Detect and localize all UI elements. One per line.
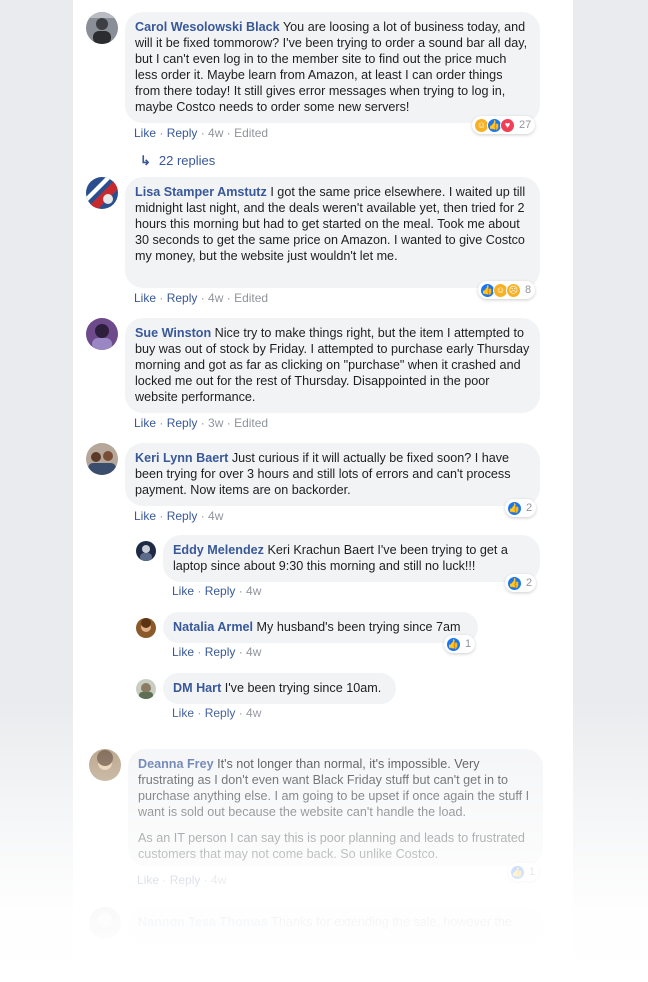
avatar[interactable] <box>136 679 156 699</box>
avatar[interactable] <box>86 443 118 475</box>
timestamp[interactable]: 4w <box>208 291 223 305</box>
comment-actions: Like · Reply · 3w · Edited <box>134 416 269 430</box>
comment-author[interactable]: Carol Wesolowski Black <box>135 20 280 34</box>
reaction-summary[interactable]: 👍 1 <box>444 635 476 653</box>
view-replies-link[interactable]: ↳ 22 replies <box>140 153 215 169</box>
timestamp[interactable]: 4w <box>208 509 223 523</box>
comment-author[interactable]: Sue Winston <box>135 326 211 340</box>
reply-author[interactable]: DM Hart <box>173 681 221 695</box>
avatar[interactable] <box>89 749 121 781</box>
comment-author[interactable]: Keri Lynn Baert <box>135 451 228 465</box>
comment-bubble: Keri Lynn Baert Just curious if it will … <box>125 443 540 506</box>
comment-actions: Like · Reply · 4w <box>134 509 224 523</box>
reaction-count: 1 <box>529 866 536 878</box>
reply-actions: Like · Reply · 4w <box>172 706 262 720</box>
edited-label: Edited <box>234 416 269 430</box>
reply-author[interactable]: Natalia Armel <box>173 620 253 634</box>
comment-bubble: Sue Winston Nice try to make things righ… <box>125 318 540 413</box>
timestamp[interactable]: 3w <box>208 416 223 430</box>
comment-author[interactable]: Deanna Frey <box>138 757 214 771</box>
sad-icon: ☹ <box>506 282 521 298</box>
reply-link[interactable]: Reply <box>205 584 236 598</box>
avatar[interactable] <box>136 541 156 561</box>
replies-count[interactable]: 22 replies <box>159 153 215 168</box>
reply-bubble: Natalia Armel My husband's been trying s… <box>163 612 478 643</box>
reply-text: I've been trying since 10am. <box>224 681 382 695</box>
reaction-count: 1 <box>465 638 472 650</box>
comment-text-paragraph-2: As an IT person I can say this is poor p… <box>138 831 525 861</box>
edited-label: Edited <box>234 291 269 305</box>
reaction-count: 8 <box>525 284 532 296</box>
reply-link[interactable]: Reply <box>167 509 198 523</box>
reply-text: My husband's been trying since 7am <box>256 620 461 634</box>
reply-link[interactable]: Reply <box>205 706 236 720</box>
reply-link[interactable]: Reply <box>170 873 201 887</box>
edited-label: Edited <box>234 126 269 140</box>
timestamp[interactable]: 4w <box>246 645 261 659</box>
like-icon: 👍 <box>507 500 522 516</box>
like-link[interactable]: Like <box>137 873 159 887</box>
reaction-summary[interactable]: ☺ 👍 ♥ 27 <box>472 116 536 134</box>
like-link[interactable]: Like <box>172 645 194 659</box>
comment-bubble: Deanna Frey It's not longer than normal,… <box>128 749 543 866</box>
timestamp[interactable]: 4w <box>208 126 223 140</box>
reply-link[interactable]: Reply <box>167 416 198 430</box>
avatar[interactable] <box>86 12 118 44</box>
comment-bubble: Nannon Tesa Thomas Thanks for extending … <box>128 907 543 947</box>
comment-text: You are loosing a lot of business today,… <box>135 20 528 114</box>
like-link[interactable]: Like <box>134 509 156 523</box>
reply-author[interactable]: Eddy Melendez <box>173 543 264 557</box>
comment-actions: Like · Reply · 4w · Edited <box>134 126 269 140</box>
avatar[interactable] <box>86 177 118 209</box>
comment-bubble: Lisa Stamper Amstutz I got the same pric… <box>125 177 540 288</box>
reaction-count: 27 <box>519 119 532 131</box>
like-icon: 👍 <box>507 575 522 591</box>
like-link[interactable]: Like <box>172 706 194 720</box>
timestamp[interactable]: 4w <box>211 873 226 887</box>
comment-author[interactable]: Nannon Tesa Thomas <box>138 915 268 929</box>
avatar[interactable] <box>89 907 121 939</box>
timestamp[interactable]: 4w <box>246 584 261 598</box>
avatar[interactable] <box>86 318 118 350</box>
like-icon: 👍 <box>510 864 525 880</box>
reaction-count: 2 <box>526 502 533 514</box>
reply-link[interactable]: Reply <box>167 126 198 140</box>
like-link[interactable]: Like <box>134 291 156 305</box>
timestamp[interactable]: 4w <box>246 706 261 720</box>
reaction-summary[interactable]: 👍 ☺ ☹ 8 <box>478 281 536 299</box>
reply-actions: Like · Reply · 4w <box>172 584 262 598</box>
love-icon: ♥ <box>500 117 515 133</box>
comment-text: Thanks for extending the sale, however t… <box>271 915 513 929</box>
comment-actions: Like · Reply · 4w <box>137 873 227 887</box>
reply-actions: Like · Reply · 4w <box>172 645 262 659</box>
comment-actions: Like · Reply · 4w · Edited <box>134 291 269 305</box>
reply-arrow-icon: ↳ <box>140 153 151 168</box>
reaction-summary[interactable]: 👍 2 <box>505 574 537 592</box>
reply-bubble: Eddy Melendez Keri Krachun Baert I've be… <box>163 535 540 582</box>
comment-author[interactable]: Lisa Stamper Amstutz <box>135 185 267 199</box>
reaction-summary[interactable]: 👍 2 <box>505 499 537 517</box>
reply-link[interactable]: Reply <box>205 645 236 659</box>
like-link[interactable]: Like <box>134 126 156 140</box>
reaction-count: 2 <box>526 577 533 589</box>
reply-bubble: DM Hart I've been trying since 10am. <box>163 673 396 704</box>
reaction-summary[interactable]: 👍 1 <box>508 863 540 881</box>
like-link[interactable]: Like <box>172 584 194 598</box>
like-link[interactable]: Like <box>134 416 156 430</box>
comment-bubble: Carol Wesolowski Black You are loosing a… <box>125 12 540 123</box>
reply-link[interactable]: Reply <box>167 291 198 305</box>
avatar[interactable] <box>136 618 156 638</box>
like-icon: 👍 <box>446 636 461 652</box>
